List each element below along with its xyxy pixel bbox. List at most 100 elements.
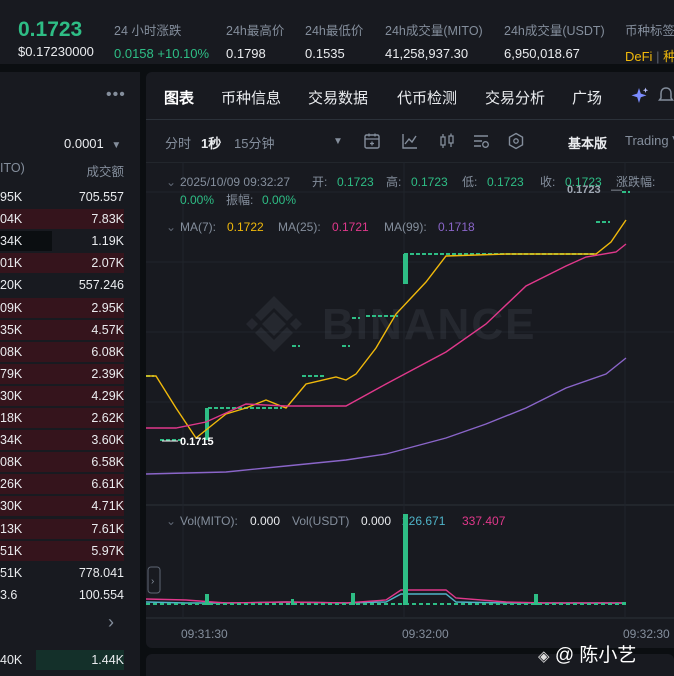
author-watermark-text: @ 陈小艺 bbox=[554, 645, 637, 666]
expand-handle-chevron: › bbox=[151, 576, 154, 587]
book-row-total: 1.19K bbox=[91, 234, 124, 249]
book-row[interactable]: 30K 4.71K bbox=[0, 495, 140, 517]
last-price: 0.1723 bbox=[18, 18, 83, 41]
tab-1[interactable]: 币种信息 bbox=[221, 87, 281, 108]
depth-icon[interactable] bbox=[507, 132, 525, 150]
book-row[interactable]: 3.6 100.554 bbox=[0, 584, 140, 606]
book-row-amount: 34K bbox=[0, 234, 23, 249]
book-row[interactable]: 01K 2.07K bbox=[0, 252, 140, 274]
book-row-amount: 51K bbox=[0, 543, 23, 558]
low-label: 低: bbox=[462, 175, 477, 189]
ma-legend-chevron: ⌄ bbox=[166, 220, 176, 234]
book-row[interactable]: 30K 4.29K bbox=[0, 385, 140, 407]
interval-timeline[interactable]: 分时 bbox=[165, 133, 191, 152]
precision-value: 0.0001 bbox=[64, 136, 104, 151]
time-label-1: 09:32:00 bbox=[402, 627, 449, 641]
tab-3[interactable]: 代币检测 bbox=[397, 87, 457, 108]
candlestick-icon[interactable] bbox=[438, 132, 456, 150]
vol-base-value: 0.000 bbox=[250, 514, 280, 528]
view-tradingview[interactable]: Trading V bbox=[625, 133, 674, 148]
tags-label: 币种标签 bbox=[625, 24, 674, 38]
book-row-total: 4.71K bbox=[91, 499, 124, 514]
chevron-right-icon[interactable]: › bbox=[108, 612, 114, 633]
vol-base-stat: 24h成交量(MITO) 41,258,937.30 bbox=[385, 20, 483, 61]
low-value: 0.1535 bbox=[305, 46, 345, 61]
book-row-amount: 09K bbox=[0, 300, 23, 315]
change-value: 0.0158 +10.10% bbox=[114, 46, 210, 61]
book-row[interactable]: 51K 778.041 bbox=[0, 562, 140, 584]
tab-5[interactable]: 广场 bbox=[572, 87, 602, 108]
book-row-total: 4.29K bbox=[91, 388, 124, 403]
book-row[interactable]: 20K 557.246 bbox=[0, 274, 140, 296]
tags-stat: 币种标签 DeFi | 种 bbox=[625, 20, 674, 65]
tabs-divider bbox=[146, 119, 674, 120]
book-row[interactable]: 13K 7.61K bbox=[0, 518, 140, 540]
high-label: 24h最高价 bbox=[226, 24, 285, 38]
book-row[interactable]: 34K 1.19K bbox=[0, 230, 140, 252]
book-row-total: 7.61K bbox=[91, 521, 124, 536]
tag-other[interactable]: 种 bbox=[663, 49, 674, 64]
vol-quote-value: 6,950,018.67 bbox=[504, 46, 580, 61]
chart-panel: 图表 币种信息 交易数据 代币检测 交易分析 广场 分时 1秒 15分钟 ▼ 基… bbox=[146, 72, 674, 648]
tab-4[interactable]: 交易分析 bbox=[485, 87, 545, 108]
vol-ma2-value: 337.407 bbox=[462, 514, 506, 528]
vol-quote-label: 24h成交量(USDT) bbox=[504, 24, 605, 38]
interval-1s[interactable]: 1秒 bbox=[201, 133, 221, 152]
book-row[interactable]: 18K 2.62K bbox=[0, 407, 140, 429]
last-price-dash: — bbox=[611, 184, 622, 196]
indicator-icon[interactable] bbox=[401, 132, 419, 150]
ma25-value: 0.1721 bbox=[332, 220, 369, 234]
interval-15m[interactable]: 15分钟 bbox=[234, 133, 274, 152]
book-row-total: 6.61K bbox=[91, 477, 124, 492]
book-row-amount: 95K bbox=[0, 190, 23, 204]
book-row-amount: 08K bbox=[0, 344, 23, 359]
book-row-amount: 34K bbox=[0, 433, 23, 448]
book-row[interactable]: 95K 705.557 bbox=[0, 186, 140, 208]
book-row[interactable]: 04K 7.83K bbox=[0, 208, 140, 230]
binance-watermark: BINANCE bbox=[246, 296, 534, 352]
col-header-total: 成交额 bbox=[86, 165, 124, 179]
vol-ma1-line bbox=[146, 593, 626, 604]
view-basic[interactable]: 基本版 bbox=[568, 133, 607, 152]
ma7-value: 0.1722 bbox=[227, 220, 264, 234]
ai-sparkle-icon[interactable] bbox=[630, 86, 650, 106]
book-row[interactable]: 09K 2.95K bbox=[0, 297, 140, 319]
tab-2[interactable]: 交易数据 bbox=[308, 87, 368, 108]
chart-settings-icon[interactable] bbox=[472, 132, 490, 150]
book-row-total: 7.83K bbox=[91, 212, 124, 227]
book-row-total: 6.08K bbox=[91, 344, 124, 359]
change-label: 24 小时涨跌 bbox=[114, 24, 182, 38]
low-price-marker: 0.1715 bbox=[180, 436, 214, 448]
tags-row: DeFi | 种 bbox=[625, 46, 674, 65]
tag-defi[interactable]: DeFi bbox=[625, 49, 652, 64]
book-row[interactable]: 26K 6.61K bbox=[0, 473, 140, 495]
legend-chevron: ⌄ bbox=[166, 175, 176, 189]
book-row-total: 3.60K bbox=[91, 433, 124, 448]
price-chart[interactable]: BINANCE ⌄ 2025/10/09 09:32:27 开: 0.1723 … bbox=[146, 162, 674, 648]
book-row[interactable]: 08K 6.08K bbox=[0, 341, 140, 363]
interval-dropdown-icon[interactable]: ▼ bbox=[333, 136, 343, 147]
tab-0[interactable]: 图表 bbox=[164, 87, 194, 108]
book-row[interactable]: 35K 4.57K bbox=[0, 319, 140, 341]
book-row-amount: 08K bbox=[0, 455, 23, 470]
low-value: 0.1723 bbox=[487, 175, 524, 189]
ticker-bar: 0.1723 $0.17230000 24 小时涨跌 0.0158 +10.10… bbox=[0, 0, 674, 64]
calendar-icon[interactable] bbox=[363, 132, 381, 150]
col-header-amount: ITO) bbox=[0, 161, 25, 175]
vol-ma1-value: 226.671 bbox=[402, 514, 446, 528]
book-row[interactable]: 08K 6.58K bbox=[0, 451, 140, 473]
book-row-total: 2.39K bbox=[91, 366, 124, 381]
book-row-total: 6.58K bbox=[91, 455, 124, 470]
close-label: 收: bbox=[540, 175, 555, 189]
book-row[interactable]: 34K 3.60K bbox=[0, 429, 140, 451]
amp-label: 振幅: bbox=[226, 192, 253, 207]
amp-value: 0.00% bbox=[262, 193, 296, 207]
book-row[interactable]: 51K 5.97K bbox=[0, 540, 140, 562]
bell-icon[interactable] bbox=[658, 86, 674, 106]
book-row[interactable]: 79K 2.39K bbox=[0, 363, 140, 385]
time-label-0: 09:31:30 bbox=[181, 627, 228, 641]
precision-select[interactable]: 0.0001 ▼ bbox=[64, 136, 121, 151]
book-row-total: 2.07K bbox=[91, 256, 124, 271]
author-watermark: ◈ @ 陈小艺 bbox=[538, 640, 636, 667]
more-horizontal-icon[interactable]: ••• bbox=[106, 86, 126, 104]
